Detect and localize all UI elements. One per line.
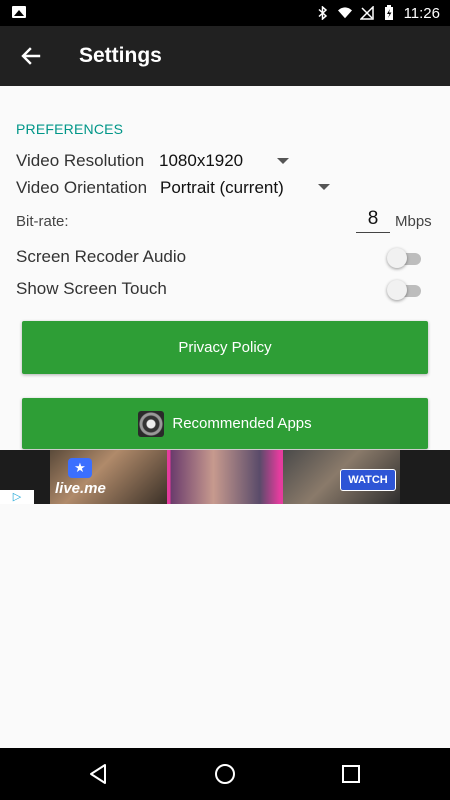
video-orientation-label: Video Orientation [16,178,148,197]
image-icon [12,6,26,18]
bitrate-label: Bit-rate: [16,213,69,230]
camera-app-icon [138,410,165,437]
privacy-policy-label: Privacy Policy [178,339,272,356]
preferences-header: PREFERENCES [16,121,124,137]
battery-charging-icon [382,5,396,20]
bitrate-unit: Mbps [395,213,432,230]
screen-audio-label: Screen Recoder Audio [16,247,187,266]
bitrate-input[interactable]: 8 [356,206,390,233]
orientation-dropdown-arrow-icon[interactable] [318,184,330,190]
status-bar: 11:26 [0,0,450,26]
navigation-bar [0,748,450,800]
ad-image-panel [166,450,284,504]
wifi-icon [337,6,352,20]
status-icons: 11:26 [316,0,440,26]
show-touch-switch[interactable] [387,279,421,301]
ad-choices-label: ▷ [12,491,22,503]
video-orientation-spinner[interactable]: Portrait (current) [160,178,284,198]
back-arrow-icon[interactable] [20,45,42,67]
recommended-apps-button[interactable]: Recommended Apps [22,398,428,449]
switch-thumb [387,248,407,268]
resolution-dropdown-arrow-icon[interactable] [277,158,289,164]
screen-audio-switch[interactable] [387,247,421,269]
nav-recents-icon[interactable] [339,762,363,786]
show-touch-label: Show Screen Touch [16,279,167,298]
nav-back-icon[interactable] [86,762,110,786]
app-toolbar: Settings [0,26,450,86]
ad-brand-logo: live.me [55,480,106,497]
video-resolution-spinner[interactable]: 1080x1920 [159,151,243,171]
ad-choices-icon[interactable]: ▷ [0,490,34,504]
video-resolution-label: Video Resolution [16,151,145,170]
privacy-policy-button[interactable]: Privacy Policy [22,321,428,374]
bluetooth-icon [316,6,330,20]
status-time: 11:26 [403,4,440,22]
switch-thumb [387,280,407,300]
star-icon: ★ [68,458,92,478]
ad-watch-button[interactable]: WATCH [340,469,396,491]
page-title: Settings [79,44,162,67]
nav-home-icon[interactable] [213,762,237,786]
no-sim-icon [359,6,374,20]
recommended-apps-label: Recommended Apps [172,415,312,432]
